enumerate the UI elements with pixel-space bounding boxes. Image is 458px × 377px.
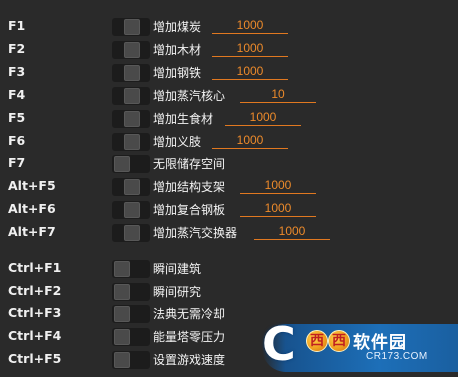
toggle-knob <box>124 134 140 150</box>
hotkey-label: F6 <box>8 133 26 148</box>
cheat-label: 增加木材 <box>153 43 202 57</box>
cheat-label: 增加蒸汽核心 <box>153 89 226 103</box>
cheat-row-f5: F5 增加生食材 1000 <box>0 108 458 130</box>
toggle-switch[interactable] <box>112 224 150 242</box>
cheat-row-f6: F6 增加义肢 1000 <box>0 131 458 153</box>
hotkey-label: Ctrl+F1 <box>8 260 62 275</box>
toggle-knob <box>114 156 130 172</box>
cheat-label: 增加复合钢板 <box>153 203 226 217</box>
hotkey-label: Ctrl+F4 <box>8 328 62 343</box>
toggle-switch[interactable] <box>112 18 150 36</box>
cheat-row-alt-f7: Alt+F7 增加蒸汽交换器 1000 <box>0 222 458 244</box>
toggle-switch[interactable] <box>112 64 150 82</box>
toggle-switch[interactable] <box>112 178 150 196</box>
hotkey-label: F1 <box>8 18 26 33</box>
cheat-label: 设置游戏速度 <box>153 353 226 367</box>
toggle-knob <box>114 306 130 322</box>
toggle-switch[interactable] <box>112 87 150 105</box>
cheat-row-f2: F2 增加木材 1000 <box>0 39 458 61</box>
value-input[interactable]: 1000 <box>254 223 330 240</box>
value-input[interactable]: 1000 <box>240 177 316 194</box>
cheat-label: 无限储存空间 <box>153 157 226 171</box>
hotkey-label: Ctrl+F5 <box>8 351 62 366</box>
cheat-row-f1: F1 增加煤炭 1000 <box>0 16 458 38</box>
value-input[interactable]: 1000 <box>212 132 288 149</box>
cheat-label: 法典无需冷却 <box>153 307 226 321</box>
hotkey-label: F5 <box>8 110 26 125</box>
toggle-knob <box>114 329 130 345</box>
value-input[interactable]: 1000 <box>212 63 288 80</box>
toggle-knob <box>124 111 140 127</box>
cheat-row-alt-f5: Alt+F5 增加结构支架 1000 <box>0 176 458 198</box>
hotkey-label: Alt+F5 <box>8 178 56 193</box>
toggle-knob <box>114 284 130 300</box>
toggle-switch[interactable] <box>112 260 150 278</box>
toggle-knob <box>114 261 130 277</box>
cheat-row-alt-f6: Alt+F6 增加复合钢板 1000 <box>0 199 458 221</box>
toggle-knob <box>124 88 140 104</box>
cheat-row-f3: F3 增加钢铁 1000 <box>0 62 458 84</box>
hotkey-label: Alt+F7 <box>8 224 56 239</box>
value-input[interactable]: 1000 <box>212 17 288 34</box>
toggle-knob <box>124 42 140 58</box>
watermark-title: 软件园 <box>353 333 407 353</box>
hotkey-label: F7 <box>8 155 26 170</box>
toggle-knob <box>124 225 140 241</box>
cheat-label: 能量塔零压力 <box>153 330 226 344</box>
toggle-knob <box>124 179 140 195</box>
hotkey-label: F4 <box>8 87 26 102</box>
cheat-label: 增加结构支架 <box>153 180 226 194</box>
toggle-knob <box>124 65 140 81</box>
watermark-ball-icon: 西 <box>306 330 328 352</box>
cheat-row-f7: F7 无限储存空间 <box>0 153 458 175</box>
toggle-switch[interactable] <box>112 155 150 173</box>
cheat-label: 瞬间建筑 <box>153 262 202 276</box>
hotkey-label: F3 <box>8 64 26 79</box>
cheat-label: 增加生食材 <box>153 112 214 126</box>
toggle-knob <box>124 19 140 35</box>
toggle-switch[interactable] <box>112 41 150 59</box>
hotkey-label: F2 <box>8 41 26 56</box>
hotkey-label: Alt+F6 <box>8 201 56 216</box>
toggle-switch[interactable] <box>112 328 150 346</box>
toggle-switch[interactable] <box>112 283 150 301</box>
watermark-ball-icon: 西 <box>328 330 350 352</box>
value-input[interactable]: 1000 <box>240 200 316 217</box>
hotkey-label: Ctrl+F2 <box>8 283 62 298</box>
toggle-switch[interactable] <box>112 110 150 128</box>
cheat-row-ctrl-f2: Ctrl+F2 瞬间研究 <box>0 281 458 303</box>
cheat-label: 增加蒸汽交换器 <box>153 226 238 240</box>
value-input[interactable]: 1000 <box>225 109 301 126</box>
toggle-switch[interactable] <box>112 351 150 369</box>
hotkey-label: Ctrl+F3 <box>8 305 62 320</box>
toggle-switch[interactable] <box>112 133 150 151</box>
toggle-knob <box>124 202 140 218</box>
toggle-switch[interactable] <box>112 305 150 323</box>
cheat-row-ctrl-f3: Ctrl+F3 法典无需冷却 <box>0 303 458 325</box>
watermark-url: CR173.COM <box>366 351 428 362</box>
cheat-label: 增加义肢 <box>153 135 202 149</box>
toggle-knob <box>114 352 130 368</box>
toggle-switch[interactable] <box>112 201 150 219</box>
cheat-label: 增加钢铁 <box>153 66 202 80</box>
cheat-label: 瞬间研究 <box>153 285 202 299</box>
value-input[interactable]: 10 <box>240 86 316 103</box>
cheat-label: 增加煤炭 <box>153 20 202 34</box>
value-input[interactable]: 1000 <box>212 40 288 57</box>
cheat-row-f4: F4 增加蒸汽核心 10 <box>0 85 458 107</box>
cheat-row-ctrl-f1: Ctrl+F1 瞬间建筑 <box>0 258 458 280</box>
